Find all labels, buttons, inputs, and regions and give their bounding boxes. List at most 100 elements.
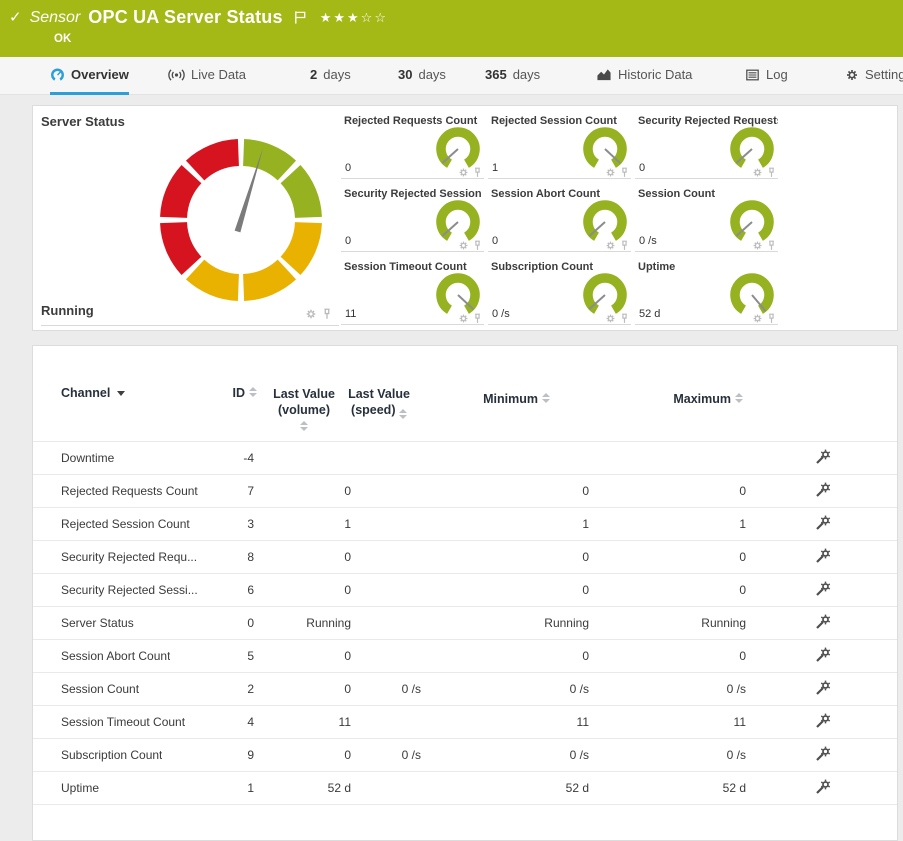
pin-icon[interactable]	[619, 238, 630, 256]
column-label: Minimum	[483, 392, 538, 406]
column-header-channel[interactable]: Channel	[61, 386, 125, 400]
tab-historic-data[interactable]: Historic Data	[596, 57, 692, 92]
channel-settings-icon[interactable]	[808, 548, 836, 568]
star-filled-icon[interactable]: ★	[333, 10, 347, 25]
cell-last-value-volume: 0	[251, 583, 351, 597]
table-row[interactable]: Security Rejected Sessi... 6 0 0 0	[33, 573, 897, 606]
pin-icon[interactable]	[766, 238, 777, 256]
sensor-header-row: ✓ Sensor OPC UA Server Status ★★★☆☆	[9, 7, 388, 28]
channel-settings-icon[interactable]	[808, 746, 836, 766]
table-row[interactable]: Subscription Count 9 0 0 /s 0 /s 0 /s	[33, 738, 897, 771]
prtg-sensor-page: ✓ Sensor OPC UA Server Status ★★★☆☆ OK O…	[0, 0, 903, 841]
cell-id: 4	[183, 715, 254, 729]
flag-icon[interactable]	[293, 10, 308, 25]
channel-settings-icon[interactable]	[808, 482, 836, 502]
tab-number: 365	[485, 67, 507, 82]
pin-icon[interactable]	[472, 238, 483, 256]
tab-live-data[interactable]: Live Data	[168, 57, 246, 92]
divider	[33, 804, 897, 805]
gear-icon	[845, 68, 859, 82]
tab-label: Settings	[865, 67, 903, 82]
pin-icon[interactable]	[766, 311, 777, 329]
pin-icon[interactable]	[472, 165, 483, 183]
tab-log[interactable]: Log	[745, 57, 788, 92]
cell-minimum: 0 /s	[489, 682, 589, 696]
gear-icon[interactable]	[605, 165, 616, 183]
channel-settings-icon[interactable]	[808, 713, 836, 733]
channel-settings-icon[interactable]	[808, 647, 836, 667]
priority-stars[interactable]: ★★★☆☆	[320, 10, 388, 26]
column-label: Maximum	[673, 392, 731, 406]
column-header-maximum[interactable]: Maximum	[611, 392, 731, 406]
cell-minimum: 0	[489, 583, 589, 597]
cell-id: 3	[183, 517, 254, 531]
table-row[interactable]: Downtime -4	[33, 441, 897, 474]
gear-icon[interactable]	[605, 311, 616, 329]
mini-gauge-value: 0 /s	[639, 235, 657, 247]
table-row[interactable]: Uptime 1 52 d 52 d 52 d	[33, 771, 897, 804]
cell-minimum: 52 d	[489, 781, 589, 795]
sort-arrows-icon	[300, 421, 308, 431]
star-empty-icon[interactable]: ☆	[361, 10, 375, 25]
gear-icon[interactable]	[305, 307, 317, 325]
column-header-last-value-speed[interactable]: Last Value (speed)	[333, 386, 425, 419]
gear-icon[interactable]	[458, 238, 469, 256]
pin-icon[interactable]	[321, 307, 333, 325]
column-header-minimum[interactable]: Minimum	[418, 392, 538, 406]
gear-icon[interactable]	[605, 238, 616, 256]
cell-maximum: 11	[646, 715, 746, 729]
channel-settings-icon[interactable]	[808, 680, 836, 700]
tab-label: Overview	[71, 67, 129, 82]
divider	[635, 324, 778, 325]
pin-icon[interactable]	[472, 311, 483, 329]
gear-icon[interactable]	[458, 311, 469, 329]
tab-overview[interactable]: Overview	[50, 57, 129, 95]
channel-settings-icon[interactable]	[808, 515, 836, 535]
channel-settings-icon[interactable]	[808, 614, 836, 634]
gear-icon[interactable]	[752, 165, 763, 183]
table-row[interactable]: Server Status 0 Running Running Running	[33, 606, 897, 639]
table-row[interactable]: Security Rejected Requ... 8 0 0 0	[33, 540, 897, 573]
mini-gauge-value: 0 /s	[492, 308, 510, 320]
cell-last-value-speed: 0 /s	[321, 682, 421, 696]
cell-last-value-volume: 0	[251, 484, 351, 498]
tab-days[interactable]: 30days	[398, 57, 446, 92]
tab-label: Live Data	[191, 67, 246, 82]
table-row[interactable]: Rejected Requests Count 7 0 0 0	[33, 474, 897, 507]
mini-gauge-session-timeout-count: Session Timeout Count 11	[344, 259, 484, 327]
cell-id: 8	[183, 550, 254, 564]
tab-label: Log	[766, 67, 788, 82]
star-filled-icon[interactable]: ★	[347, 10, 361, 25]
divider	[488, 251, 631, 252]
divider	[41, 325, 339, 326]
log-icon	[745, 68, 760, 82]
gear-icon[interactable]	[458, 165, 469, 183]
pin-icon[interactable]	[619, 165, 630, 183]
gear-icon[interactable]	[752, 311, 763, 329]
cell-minimum: 0	[489, 649, 589, 663]
tab-days[interactable]: 2days	[310, 57, 351, 92]
star-empty-icon[interactable]: ☆	[374, 10, 388, 25]
tab-label: days	[418, 67, 445, 82]
gear-icon[interactable]	[752, 238, 763, 256]
table-row[interactable]: Rejected Session Count 3 1 1 1	[33, 507, 897, 540]
channel-settings-icon[interactable]	[808, 581, 836, 601]
mini-gauge-value: 1	[492, 162, 498, 174]
tab-days[interactable]: 365days	[485, 57, 540, 92]
cell-minimum: 0	[489, 550, 589, 564]
table-row[interactable]: Session Abort Count 5 0 0 0	[33, 639, 897, 672]
channels-panel: Channel ID Last Value (volume) Last Valu…	[32, 345, 898, 841]
sort-arrows-icon	[249, 387, 257, 397]
channel-settings-icon[interactable]	[808, 449, 836, 469]
star-filled-icon[interactable]: ★	[320, 10, 334, 25]
sort-arrows-icon	[735, 393, 743, 403]
pin-icon[interactable]	[619, 311, 630, 329]
tab-settings[interactable]: Settings	[845, 57, 903, 92]
pin-icon[interactable]	[766, 165, 777, 183]
table-row[interactable]: Session Timeout Count 4 11 11 11	[33, 705, 897, 738]
mini-gauge-value: 11	[345, 308, 356, 320]
column-header-id[interactable]: ID	[183, 386, 245, 400]
gauges-panel: Server Status Running Rejected Requests …	[32, 105, 898, 331]
channel-settings-icon[interactable]	[808, 779, 836, 799]
table-row[interactable]: Session Count 2 0 0 /s 0 /s 0 /s	[33, 672, 897, 705]
